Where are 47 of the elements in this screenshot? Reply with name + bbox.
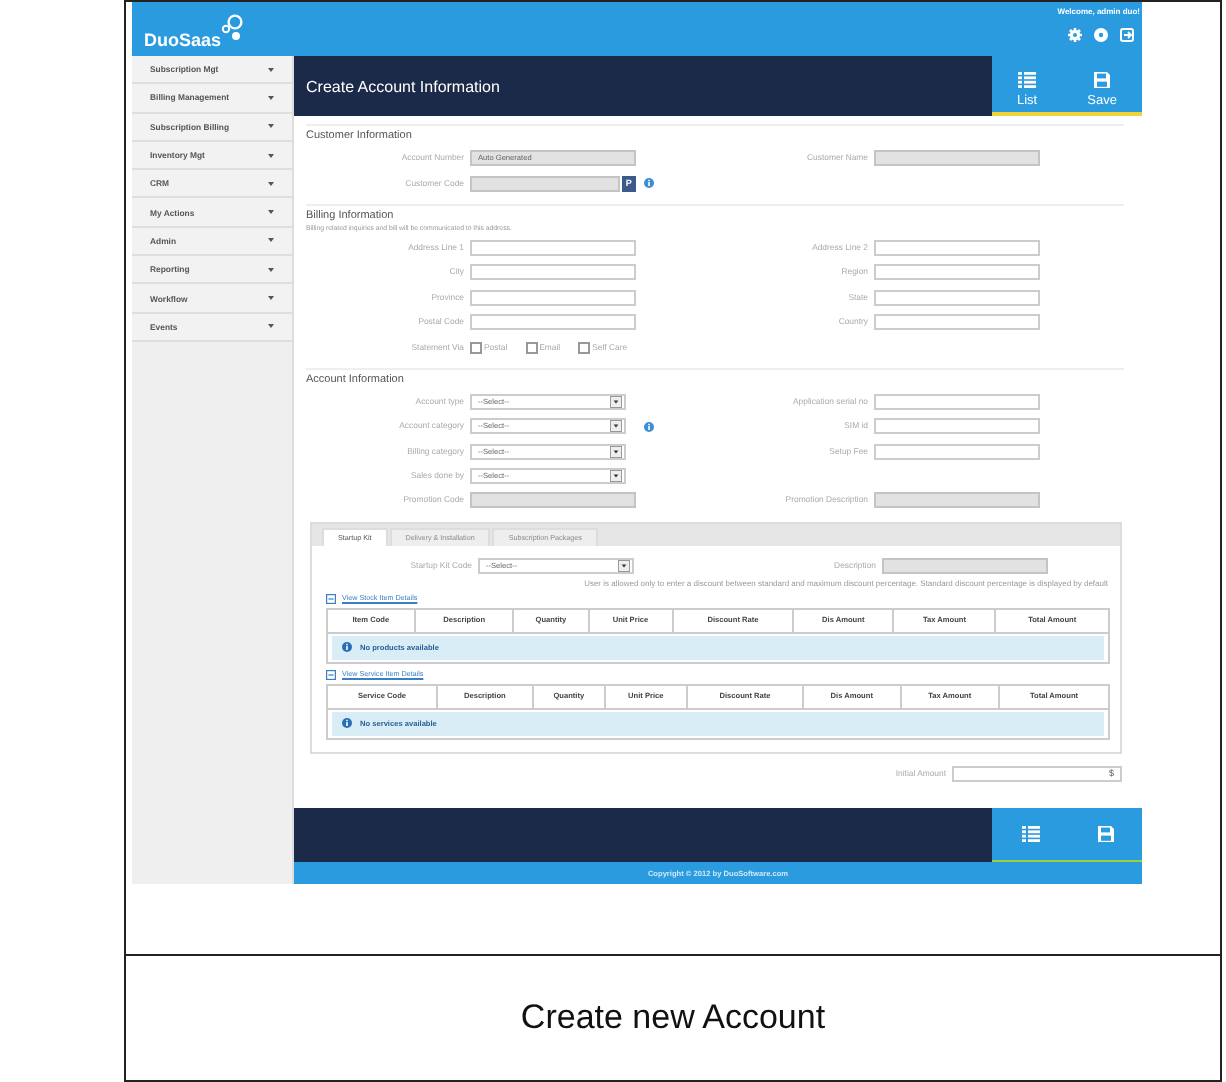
save-icon	[1094, 72, 1111, 88]
dropdown-arrow-icon	[618, 559, 630, 572]
page-title: Create Account Information	[306, 77, 500, 95]
text-field[interactable]	[874, 314, 1040, 331]
help-button[interactable]	[1094, 28, 1108, 42]
checkbox[interactable]	[578, 341, 591, 354]
settings-icon	[1068, 28, 1082, 42]
text-field[interactable]	[874, 418, 1040, 435]
info-icon	[342, 718, 352, 729]
logout-icon	[1120, 28, 1134, 42]
text-field[interactable]	[874, 264, 1040, 281]
dropdown-arrow-icon	[610, 470, 622, 483]
save-icon	[1097, 826, 1113, 842]
caret-icon	[268, 67, 274, 72]
checkbox[interactable]	[470, 341, 482, 354]
caption-text: Create new Account	[520, 998, 826, 1038]
caret-icon	[268, 324, 274, 329]
text-field[interactable]	[874, 443, 1040, 460]
caret-icon	[268, 238, 274, 243]
text-field[interactable]	[874, 289, 1040, 306]
text-field[interactable]	[874, 393, 1040, 410]
caret-icon	[268, 153, 274, 158]
text-field[interactable]	[470, 314, 636, 331]
caret-icon	[268, 181, 274, 186]
text-field[interactable]	[874, 239, 1040, 256]
brand-name: DuoSaas	[144, 30, 222, 50]
caret-icon	[268, 124, 274, 129]
caret-icon	[268, 296, 274, 301]
logout-button[interactable]	[1120, 28, 1134, 42]
list-icon	[1018, 72, 1037, 88]
dropdown-arrow-icon	[610, 420, 622, 433]
checkbox[interactable]	[525, 341, 538, 354]
text-field[interactable]	[470, 239, 636, 256]
list-button[interactable]	[1021, 826, 1039, 842]
logo-icon	[219, 14, 244, 42]
caret-icon	[268, 210, 274, 215]
text-field[interactable]	[470, 289, 636, 306]
caret-icon	[268, 95, 274, 100]
dropdown-arrow-icon	[610, 445, 622, 458]
info-icon	[342, 642, 352, 653]
caret-icon	[268, 267, 274, 272]
list-icon	[1021, 826, 1039, 842]
settings-button[interactable]	[1068, 28, 1082, 42]
dropdown-arrow-icon	[610, 395, 622, 408]
save-button[interactable]	[1097, 826, 1113, 842]
text-field[interactable]	[470, 264, 636, 281]
help-icon	[1094, 28, 1108, 42]
